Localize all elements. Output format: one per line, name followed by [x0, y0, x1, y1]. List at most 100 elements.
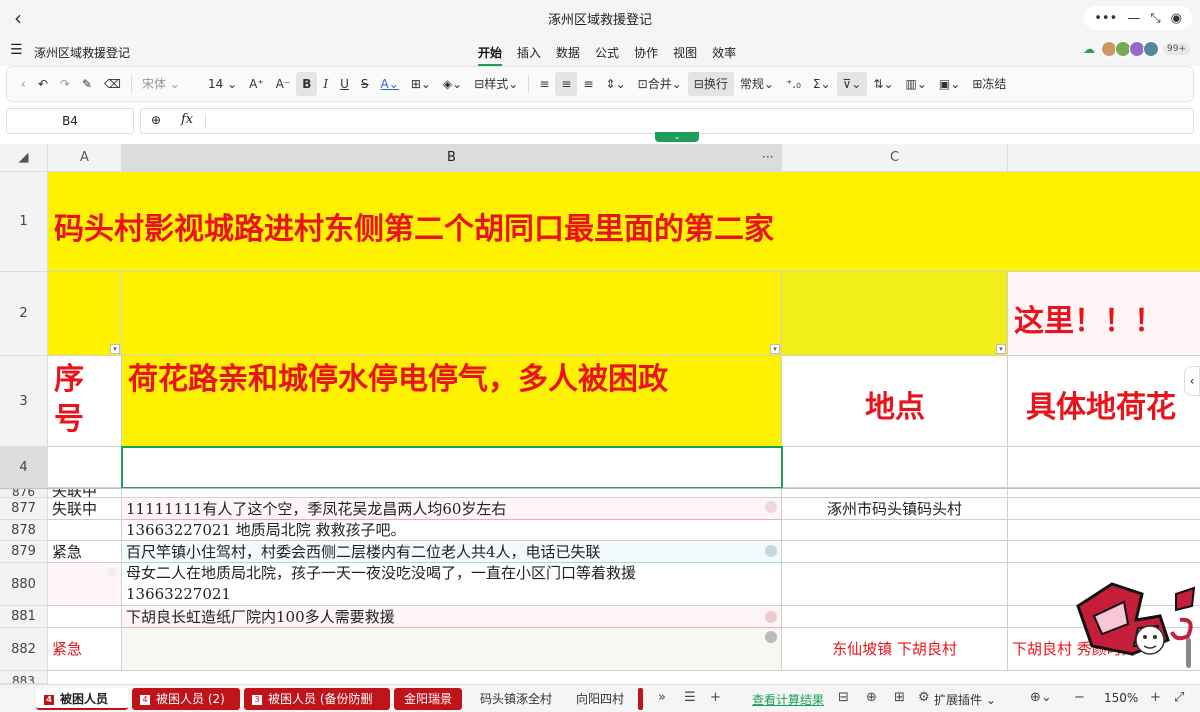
cell-c3[interactable]: 地点 — [782, 356, 1008, 447]
cell-c880[interactable] — [782, 563, 1008, 606]
comment-avatar[interactable] — [765, 501, 777, 513]
cell-b877[interactable]: 11111111有人了这个空，季凤花吴龙昌两人均60岁左右 — [122, 498, 782, 520]
cell-b880[interactable]: 母女二人在地质局北院，孩子一天一夜没吃没喝了，一直在小区门口等着救援 13663… — [122, 563, 782, 606]
decrease-font-icon[interactable]: A⁻ — [270, 72, 297, 96]
cell-d2[interactable]: 这里！！！ — [1008, 272, 1200, 356]
sheet-tab-2[interactable]: 4 被困人员 (2) — [132, 688, 240, 710]
row-header[interactable]: 881 — [0, 606, 48, 628]
row-header[interactable]: 878 — [0, 520, 48, 541]
cell-a880[interactable] — [48, 563, 122, 606]
cell-a882[interactable]: 紧急 — [48, 628, 122, 671]
extensions-menu[interactable]: 扩展插件 ⌄ — [934, 691, 996, 708]
cell-reference-box[interactable]: B4 — [6, 108, 134, 134]
row-header[interactable]: 2 — [0, 272, 48, 356]
increase-font-icon[interactable]: A⁺ — [243, 72, 270, 96]
tab-insert[interactable]: 插入 — [517, 44, 541, 66]
style-menu[interactable]: ⊟样式⌄ — [468, 72, 524, 96]
row-header[interactable]: 877 — [0, 498, 48, 520]
tab-view[interactable]: 视图 — [673, 44, 697, 66]
sheet-tab-overflow[interactable] — [638, 688, 643, 710]
calc-result-link[interactable]: 查看计算结果 — [752, 691, 824, 708]
more-icon[interactable]: ••• — [1094, 11, 1117, 26]
side-panel-expand-icon[interactable]: ‹ — [1184, 366, 1200, 396]
image-icon[interactable]: ▣⌄ — [933, 72, 966, 96]
row-header[interactable]: 883 — [0, 671, 48, 684]
collaborators[interactable]: ☁ 99+ — [1083, 41, 1190, 57]
cell-b879[interactable]: 百尺竿镇小住驾村，村委会西侧二层楼内有二位老人共4人，电话已失联 — [122, 541, 782, 563]
sheet-tab-6[interactable]: 向阳四村 — [570, 688, 630, 710]
comment-avatar[interactable] — [765, 611, 777, 623]
cell-a4[interactable] — [48, 447, 122, 488]
cell-b881[interactable]: 下胡良长虹造纸厂院内100多人需要救援 — [122, 606, 782, 628]
row-header[interactable]: 876 — [0, 489, 48, 498]
row-header[interactable]: 1 — [0, 172, 48, 272]
cell-c878[interactable] — [782, 520, 1008, 541]
dropdown-icon[interactable]: ▾ — [996, 344, 1006, 354]
vertical-align-icon[interactable]: ⇕⌄ — [600, 72, 632, 96]
formula-bar[interactable]: ⊕ fx — [140, 108, 1194, 134]
fit-screen-icon[interactable]: ⤢ — [1174, 690, 1184, 705]
decimal-icon[interactable]: ⁺.₀ — [780, 72, 807, 96]
comment-avatar[interactable] — [765, 631, 777, 643]
export-icon[interactable]: ⊞ — [894, 690, 905, 705]
tab-efficiency[interactable]: 效率 — [712, 44, 736, 66]
cell-c882[interactable]: 东仙坡镇 下胡良村 — [782, 628, 1008, 671]
sort-icon[interactable]: ⇅⌄ — [867, 72, 899, 96]
eraser-icon[interactable]: ⌫ — [98, 72, 127, 96]
underline-icon[interactable]: U — [334, 72, 355, 96]
strikethrough-icon[interactable]: S — [355, 72, 375, 96]
row-header[interactable]: 882 — [0, 628, 48, 671]
row-header[interactable]: 3 — [0, 356, 48, 447]
italic-icon[interactable]: I — [317, 72, 334, 96]
filter-icon[interactable]: ⊽⌄ — [836, 72, 868, 96]
sheet-list-icon[interactable]: ☰ — [684, 690, 696, 705]
cell-a2[interactable]: ▾ — [48, 272, 122, 356]
bold-icon[interactable]: B — [296, 72, 318, 96]
wrap-button[interactable]: ⊟换行 — [687, 72, 734, 96]
globe-icon[interactable]: ⊕ — [866, 690, 877, 705]
cell-b878[interactable]: 13663227021 地质局北院 救救孩子吧。 — [122, 520, 782, 541]
cell-a881[interactable] — [48, 606, 122, 628]
cell-c2[interactable]: ▾ — [782, 272, 1008, 356]
cell-c877[interactable]: 涿州市码头镇码头村 — [782, 498, 1008, 520]
cell-a3[interactable]: 序号 — [48, 356, 122, 447]
cell-b2[interactable]: ▾ — [122, 272, 782, 356]
hamburger-menu-icon[interactable]: ☰ — [10, 42, 23, 58]
format-painter-icon[interactable]: ✎ — [76, 72, 98, 96]
merge-menu[interactable]: ⊡合并⌄ — [632, 72, 688, 96]
cell-b3[interactable]: 荷花路亲和城停水停电停气，多人被困政 — [122, 356, 782, 447]
align-left-icon[interactable]: ≡ — [533, 72, 555, 96]
cell-b882[interactable] — [122, 628, 782, 671]
minimize-icon[interactable]: — — [1127, 11, 1140, 26]
font-color-icon[interactable]: A⌄ — [375, 72, 405, 96]
comment-avatar[interactable] — [765, 545, 777, 557]
font-size-select[interactable]: 14 ⌄ — [202, 72, 243, 96]
align-center-icon[interactable]: ≡ — [555, 72, 578, 96]
cell-a879[interactable]: 紧急 — [48, 541, 122, 563]
zoom-out-icon[interactable]: − — [1074, 690, 1085, 705]
cell-d4[interactable] — [1008, 447, 1200, 488]
more-sheets-icon[interactable]: » — [658, 690, 666, 705]
sheet-tab-1[interactable]: 4 被困人员 — [36, 688, 128, 710]
nav-left-icon[interactable]: ‹ — [15, 72, 32, 96]
redo-icon[interactable]: ↷ — [54, 72, 76, 96]
sheet-tab-3[interactable]: 3 被困人员 (备份防删 — [244, 688, 390, 710]
cell-a878[interactable] — [48, 520, 122, 541]
font-family-select[interactable]: 宋体 ⌄ — [136, 72, 202, 96]
chart-icon[interactable]: ▥⌄ — [900, 72, 933, 96]
zoom-in-icon[interactable]: + — [1150, 690, 1161, 705]
row-header[interactable]: 880 — [0, 563, 48, 606]
column-header-b[interactable]: B — [122, 144, 782, 172]
cell-d3[interactable]: 具体地荷花 — [1008, 356, 1200, 447]
cell-c4[interactable] — [782, 447, 1008, 488]
zoom-search-icon[interactable]: ⊕ — [151, 113, 161, 127]
freeze-menu[interactable]: ⊞冻结 — [966, 72, 1012, 96]
sum-icon[interactable]: Σ⌄ — [807, 72, 837, 96]
border-icon[interactable]: ⊞⌄ — [405, 72, 437, 96]
cell-c881[interactable] — [782, 606, 1008, 628]
comment-panel-icon[interactable]: ⊟ — [838, 690, 849, 705]
dropdown-icon[interactable]: ▾ — [770, 344, 780, 354]
dropdown-icon[interactable]: ▾ — [110, 344, 120, 354]
tab-formula[interactable]: 公式 — [595, 44, 619, 66]
cell-d877[interactable] — [1008, 498, 1200, 520]
